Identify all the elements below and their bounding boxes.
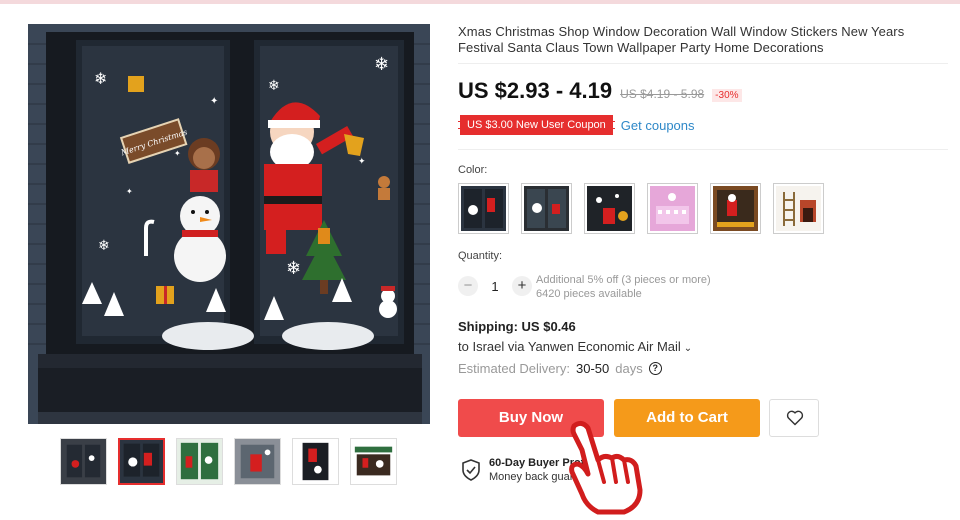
bulk-discount-note: Additional 5% off (3 pieces or more) — [536, 274, 711, 286]
svg-text:❄: ❄ — [98, 238, 110, 254]
quantity-value[interactable]: 1 — [478, 279, 512, 294]
shipping-cost: Shipping: US $0.46 — [458, 319, 576, 334]
original-price: US $4.19 - 5.98 — [620, 87, 705, 101]
svg-text:❄: ❄ — [268, 78, 280, 94]
days-word: days — [615, 361, 643, 376]
color-swatch-4[interactable] — [647, 183, 698, 234]
quantity-increase-button[interactable]: + — [512, 276, 532, 296]
main-product-image[interactable]: ❄ ❄ ❄ ❄ ❄ ✦ ✦ ✦ ✦ Merry Christmas — [28, 24, 430, 424]
quantity-decrease-button[interactable]: − — [458, 276, 478, 296]
divider — [458, 63, 948, 64]
svg-text:✦: ✦ — [126, 187, 133, 196]
svg-text:✦: ✦ — [174, 149, 181, 158]
thumbnail-2[interactable] — [118, 438, 165, 485]
shipping-method[interactable]: to Israel via Yanwen Economic Air Mail ⌄ — [458, 339, 692, 354]
wishlist-button[interactable] — [769, 399, 819, 437]
thumbnail-1[interactable] — [60, 438, 107, 485]
shield-check-icon — [462, 459, 480, 481]
quantity-info: Additional 5% off (3 pieces or more) 642… — [536, 273, 711, 301]
color-swatch-1[interactable] — [458, 183, 509, 234]
coupon-row: US $3.00 New User Coupon Get coupons — [458, 115, 695, 135]
product-title: Xmas Christmas Shop Window Decoration Wa… — [458, 24, 905, 55]
new-user-coupon[interactable]: US $3.00 New User Coupon — [458, 115, 615, 135]
color-swatch-2[interactable] — [521, 183, 572, 234]
delivery-label: Estimated Delivery: — [458, 361, 570, 376]
thumbnail-5[interactable] — [292, 438, 339, 485]
top-strip — [0, 0, 960, 4]
quantity-stepper: − 1 + — [458, 276, 532, 296]
heart-icon — [786, 410, 804, 426]
question-icon[interactable]: ? — [648, 362, 662, 375]
color-swatch-3[interactable] — [584, 183, 635, 234]
pointing-hand-icon — [569, 420, 643, 515]
divider — [458, 149, 948, 150]
estimated-delivery: Estimated Delivery: 30-50 days ? — [458, 361, 662, 376]
stock-available: 6420 pieces available — [536, 288, 642, 300]
delivery-days: 30-50 — [575, 361, 610, 376]
discount-badge: -30% — [712, 89, 742, 102]
thumbnail-6[interactable] — [350, 438, 397, 485]
color-swatch-5[interactable] — [710, 183, 761, 234]
color-label: Color: — [458, 164, 488, 176]
chevron-down-icon: ⌄ — [683, 343, 693, 354]
svg-text:✦: ✦ — [358, 157, 366, 167]
thumbnail-strip — [60, 438, 397, 485]
color-swatch-6[interactable] — [773, 183, 824, 234]
svg-text:❄: ❄ — [94, 69, 107, 88]
get-coupons-link[interactable]: Get coupons — [621, 118, 695, 133]
thumbnail-3[interactable] — [176, 438, 223, 485]
svg-text:❄: ❄ — [374, 54, 389, 75]
svg-text:❄: ❄ — [286, 258, 301, 279]
thumbnail-4[interactable] — [234, 438, 281, 485]
svg-text:✦: ✦ — [210, 96, 218, 107]
quantity-label: Quantity: — [458, 250, 503, 262]
price: US $2.93 - 4.19 — [458, 78, 613, 103]
color-swatches — [458, 183, 824, 234]
price-row: US $2.93 - 4.19 US $4.19 - 5.98 -30% — [458, 78, 742, 104]
shipping-method-label: to Israel via Yanwen Economic Air Mail — [458, 339, 681, 354]
